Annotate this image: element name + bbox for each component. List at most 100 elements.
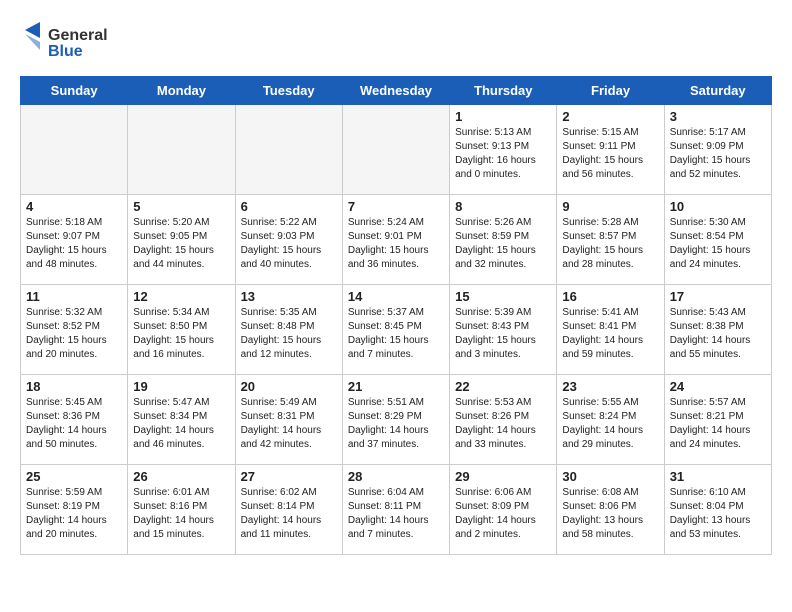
day-info: Sunrise: 5:34 AM Sunset: 8:50 PM Dayligh… bbox=[133, 306, 229, 362]
day-info: Sunrise: 5:37 AM Sunset: 8:45 PM Dayligh… bbox=[348, 306, 444, 362]
day-number: 12 bbox=[133, 289, 229, 304]
day-number: 1 bbox=[455, 109, 551, 124]
day-number: 30 bbox=[562, 469, 658, 484]
calendar-cell: 14 Sunrise: 5:37 AM Sunset: 8:45 PM Dayli… bbox=[342, 285, 449, 375]
calendar-cell: 1 Sunrise: 5:13 AM Sunset: 9:13 PM Daylig… bbox=[450, 105, 557, 195]
day-of-week-header: Monday bbox=[128, 77, 235, 105]
day-number: 2 bbox=[562, 109, 658, 124]
day-number: 10 bbox=[670, 199, 766, 214]
day-info: Sunrise: 5:22 AM Sunset: 9:03 PM Dayligh… bbox=[241, 216, 337, 272]
day-number: 31 bbox=[670, 469, 766, 484]
svg-text:General: General bbox=[48, 27, 108, 44]
calendar-cell: 5 Sunrise: 5:20 AM Sunset: 9:05 PM Daylig… bbox=[128, 195, 235, 285]
header: GeneralBlue bbox=[20, 20, 772, 60]
day-number: 3 bbox=[670, 109, 766, 124]
day-number: 4 bbox=[26, 199, 122, 214]
calendar-cell: 9 Sunrise: 5:28 AM Sunset: 8:57 PM Daylig… bbox=[557, 195, 664, 285]
day-info: Sunrise: 6:04 AM Sunset: 8:11 PM Dayligh… bbox=[348, 486, 444, 542]
calendar-cell: 8 Sunrise: 5:26 AM Sunset: 8:59 PM Daylig… bbox=[450, 195, 557, 285]
calendar-cell: 28Sunrise: 6:04 AM Sunset: 8:11 PM Dayli… bbox=[342, 465, 449, 555]
calendar-cell: 22 Sunrise: 5:53 AM Sunset: 8:26 PM Dayli… bbox=[450, 375, 557, 465]
day-info: Sunrise: 5:26 AM Sunset: 8:59 PM Dayligh… bbox=[455, 216, 551, 272]
day-number: 18 bbox=[26, 379, 122, 394]
day-number: 27 bbox=[241, 469, 337, 484]
calendar-cell: 16Sunrise: 5:41 AM Sunset: 8:41 PM Dayli… bbox=[557, 285, 664, 375]
day-number: 8 bbox=[455, 199, 551, 214]
day-number: 11 bbox=[26, 289, 122, 304]
calendar-cell: 15 Sunrise: 5:39 AM Sunset: 8:43 PM Dayli… bbox=[450, 285, 557, 375]
day-of-week-header: Sunday bbox=[21, 77, 128, 105]
day-info: Sunrise: 5:13 AM Sunset: 9:13 PM Dayligh… bbox=[455, 126, 551, 182]
calendar-cell: 29Sunrise: 6:06 AM Sunset: 8:09 PM Dayli… bbox=[450, 465, 557, 555]
calendar-cell: 20 Sunrise: 5:49 AM Sunset: 8:31 PM Dayli… bbox=[235, 375, 342, 465]
day-number: 24 bbox=[670, 379, 766, 394]
day-number: 23 bbox=[562, 379, 658, 394]
calendar-cell: 12 Sunrise: 5:34 AM Sunset: 8:50 PM Dayli… bbox=[128, 285, 235, 375]
calendar-cell bbox=[128, 105, 235, 195]
week-row: 4Sunrise: 5:18 AM Sunset: 9:07 PM Daylig… bbox=[21, 195, 772, 285]
day-info: Sunrise: 5:20 AM Sunset: 9:05 PM Dayligh… bbox=[133, 216, 229, 272]
logo: GeneralBlue bbox=[20, 20, 130, 60]
calendar-cell: 21Sunrise: 5:51 AM Sunset: 8:29 PM Dayli… bbox=[342, 375, 449, 465]
week-row: 25Sunrise: 5:59 AM Sunset: 8:19 PM Dayli… bbox=[21, 465, 772, 555]
calendar-cell: 13 Sunrise: 5:35 AM Sunset: 8:48 PM Dayli… bbox=[235, 285, 342, 375]
day-number: 6 bbox=[241, 199, 337, 214]
week-row: 18 Sunrise: 5:45 AM Sunset: 8:36 PM Dayli… bbox=[21, 375, 772, 465]
day-number: 13 bbox=[241, 289, 337, 304]
day-info: Sunrise: 5:30 AM Sunset: 8:54 PM Dayligh… bbox=[670, 216, 766, 272]
calendar-cell: 10 Sunrise: 5:30 AM Sunset: 8:54 PM Dayli… bbox=[664, 195, 771, 285]
calendar-cell: 25Sunrise: 5:59 AM Sunset: 8:19 PM Dayli… bbox=[21, 465, 128, 555]
calendar-cell: 24 Sunrise: 5:57 AM Sunset: 8:21 PM Dayli… bbox=[664, 375, 771, 465]
calendar-table: SundayMondayTuesdayWednesdayThursdayFrid… bbox=[20, 76, 772, 555]
day-of-week-header: Friday bbox=[557, 77, 664, 105]
calendar-cell: 4Sunrise: 5:18 AM Sunset: 9:07 PM Daylig… bbox=[21, 195, 128, 285]
calendar-cell: 7 Sunrise: 5:24 AM Sunset: 9:01 PM Daylig… bbox=[342, 195, 449, 285]
calendar-cell: 26 Sunrise: 6:01 AM Sunset: 8:16 PM Dayli… bbox=[128, 465, 235, 555]
day-info: Sunrise: 5:39 AM Sunset: 8:43 PM Dayligh… bbox=[455, 306, 551, 362]
day-info: Sunrise: 5:55 AM Sunset: 8:24 PM Dayligh… bbox=[562, 396, 658, 452]
day-info: Sunrise: 5:32 AM Sunset: 8:52 PM Dayligh… bbox=[26, 306, 122, 362]
day-info: Sunrise: 5:28 AM Sunset: 8:57 PM Dayligh… bbox=[562, 216, 658, 272]
calendar-cell: 18 Sunrise: 5:45 AM Sunset: 8:36 PM Dayli… bbox=[21, 375, 128, 465]
day-number: 7 bbox=[348, 199, 444, 214]
calendar-cell: 3 Sunrise: 5:17 AM Sunset: 9:09 PM Daylig… bbox=[664, 105, 771, 195]
day-info: Sunrise: 5:57 AM Sunset: 8:21 PM Dayligh… bbox=[670, 396, 766, 452]
day-info: Sunrise: 6:06 AM Sunset: 8:09 PM Dayligh… bbox=[455, 486, 551, 542]
calendar-cell bbox=[21, 105, 128, 195]
calendar-cell bbox=[342, 105, 449, 195]
day-info: Sunrise: 5:49 AM Sunset: 8:31 PM Dayligh… bbox=[241, 396, 337, 452]
day-number: 20 bbox=[241, 379, 337, 394]
calendar-cell: 2 Sunrise: 5:15 AM Sunset: 9:11 PM Daylig… bbox=[557, 105, 664, 195]
day-info: Sunrise: 6:01 AM Sunset: 8:16 PM Dayligh… bbox=[133, 486, 229, 542]
day-number: 9 bbox=[562, 199, 658, 214]
logo-svg: GeneralBlue bbox=[20, 20, 130, 60]
calendar-cell: 27Sunrise: 6:02 AM Sunset: 8:14 PM Dayli… bbox=[235, 465, 342, 555]
day-number: 22 bbox=[455, 379, 551, 394]
day-of-week-header: Thursday bbox=[450, 77, 557, 105]
day-info: Sunrise: 5:51 AM Sunset: 8:29 PM Dayligh… bbox=[348, 396, 444, 452]
day-info: Sunrise: 6:08 AM Sunset: 8:06 PM Dayligh… bbox=[562, 486, 658, 542]
day-info: Sunrise: 5:43 AM Sunset: 8:38 PM Dayligh… bbox=[670, 306, 766, 362]
day-info: Sunrise: 5:17 AM Sunset: 9:09 PM Dayligh… bbox=[670, 126, 766, 182]
day-number: 15 bbox=[455, 289, 551, 304]
calendar-cell: 31 Sunrise: 6:10 AM Sunset: 8:04 PM Dayli… bbox=[664, 465, 771, 555]
day-info: Sunrise: 5:47 AM Sunset: 8:34 PM Dayligh… bbox=[133, 396, 229, 452]
day-info: Sunrise: 5:24 AM Sunset: 9:01 PM Dayligh… bbox=[348, 216, 444, 272]
day-number: 5 bbox=[133, 199, 229, 214]
day-info: Sunrise: 5:35 AM Sunset: 8:48 PM Dayligh… bbox=[241, 306, 337, 362]
day-info: Sunrise: 6:10 AM Sunset: 8:04 PM Dayligh… bbox=[670, 486, 766, 542]
day-info: Sunrise: 5:53 AM Sunset: 8:26 PM Dayligh… bbox=[455, 396, 551, 452]
day-info: Sunrise: 5:45 AM Sunset: 8:36 PM Dayligh… bbox=[26, 396, 122, 452]
calendar-cell: 19Sunrise: 5:47 AM Sunset: 8:34 PM Dayli… bbox=[128, 375, 235, 465]
calendar-cell: 30 Sunrise: 6:08 AM Sunset: 8:06 PM Dayli… bbox=[557, 465, 664, 555]
day-info: Sunrise: 5:59 AM Sunset: 8:19 PM Dayligh… bbox=[26, 486, 122, 542]
calendar-cell: 23 Sunrise: 5:55 AM Sunset: 8:24 PM Dayli… bbox=[557, 375, 664, 465]
day-number: 14 bbox=[348, 289, 444, 304]
day-info: Sunrise: 5:41 AM Sunset: 8:41 PM Dayligh… bbox=[562, 306, 658, 362]
day-of-week-header: Wednesday bbox=[342, 77, 449, 105]
day-of-week-header: Tuesday bbox=[235, 77, 342, 105]
week-row: 11 Sunrise: 5:32 AM Sunset: 8:52 PM Dayli… bbox=[21, 285, 772, 375]
calendar-cell: 6 Sunrise: 5:22 AM Sunset: 9:03 PM Daylig… bbox=[235, 195, 342, 285]
day-number: 26 bbox=[133, 469, 229, 484]
day-info: Sunrise: 5:15 AM Sunset: 9:11 PM Dayligh… bbox=[562, 126, 658, 182]
